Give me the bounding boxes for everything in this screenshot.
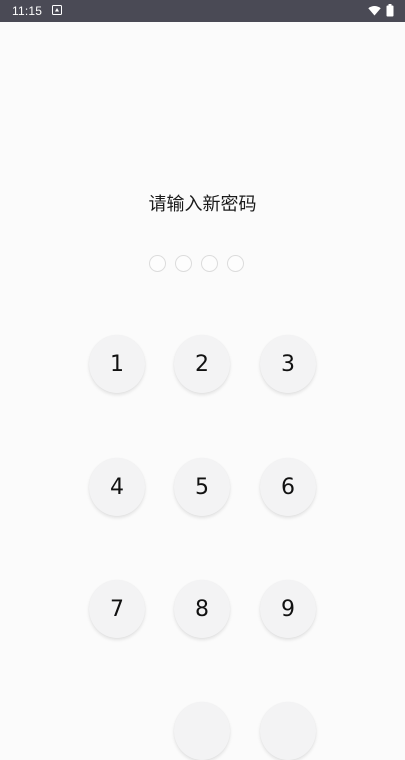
notification-icon [52, 5, 62, 15]
keypad-key-3[interactable]: 3 [260, 335, 316, 393]
pin-dot [227, 255, 244, 272]
keypad-key-7[interactable]: 7 [89, 580, 145, 638]
keypad-key-9[interactable]: 9 [260, 580, 316, 638]
keypad-key-6[interactable]: 6 [260, 458, 316, 516]
pin-indicator [149, 255, 244, 275]
wifi-icon [368, 5, 381, 16]
keypad-key-delete[interactable] [260, 702, 316, 760]
keypad-key-5[interactable]: 5 [174, 458, 230, 516]
keypad-key-0[interactable] [174, 702, 230, 760]
page-title: 请输入新密码 [148, 194, 257, 215]
pin-dot [149, 255, 166, 272]
keypad-key-4[interactable]: 4 [89, 458, 145, 516]
status-time: 11:15 [12, 4, 43, 18]
battery-icon [386, 4, 394, 17]
pin-dot [201, 255, 218, 272]
status-bar: 11:15 [0, 0, 405, 22]
pin-dot [175, 255, 192, 272]
keypad-key-8[interactable]: 8 [174, 580, 230, 638]
keypad-key-1[interactable]: 1 [89, 335, 145, 393]
keypad-key-2[interactable]: 2 [174, 335, 230, 393]
